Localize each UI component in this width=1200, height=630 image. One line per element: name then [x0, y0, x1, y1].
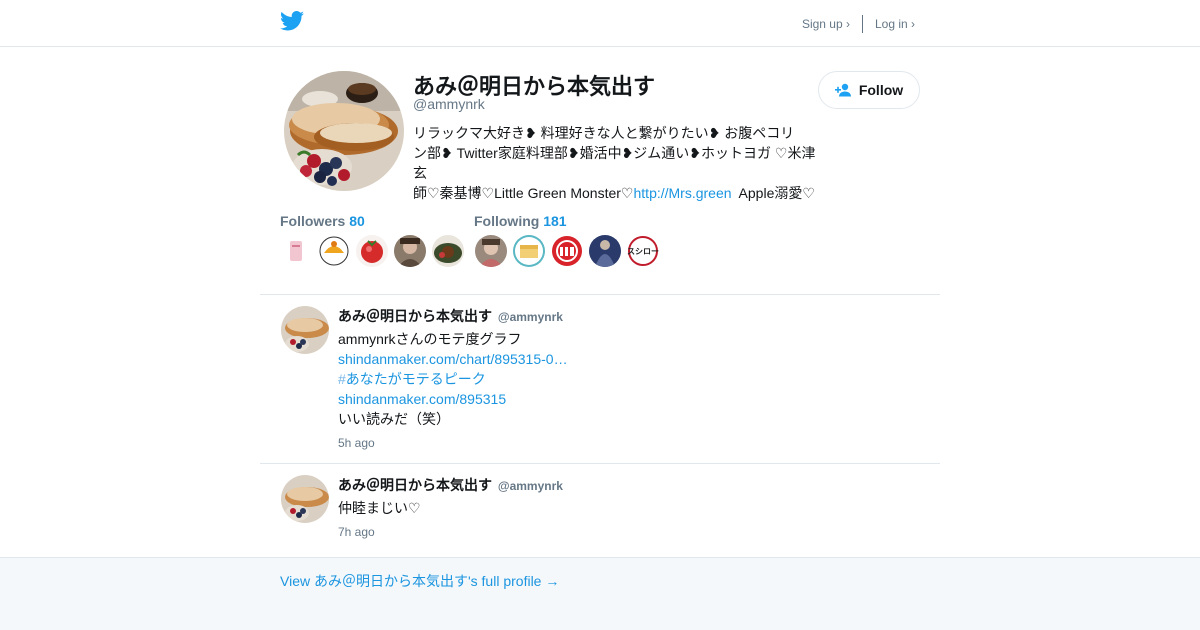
tweet-header: あみ＠明日から本気出す @ammynrk: [338, 306, 563, 326]
nav-divider: [861, 15, 863, 33]
pancake-photo: [284, 71, 404, 191]
bio-line: ン部❥ Twitter家庭料理部❥婚活中❥ジム通い❥ホットヨガ ♡米津玄: [413, 145, 816, 181]
tweet-text: ammynrkさんのモテ度グラフ shindanmaker.com/chart/…: [338, 329, 568, 429]
tweet-avatar[interactable]: [281, 475, 329, 523]
tweet-text-line: 仲睦まじい♡: [338, 500, 421, 516]
bio-line: Apple溺愛♡: [731, 185, 815, 201]
tweet-header: あみ＠明日から本気出す @ammynrk: [338, 475, 563, 495]
twitter-bird-icon[interactable]: [280, 11, 304, 31]
followers-count[interactable]: Followers 80: [280, 213, 365, 229]
add-user-icon: [834, 83, 851, 97]
tweet-link[interactable]: shindanmaker.com/895315: [338, 389, 568, 409]
following-avatar[interactable]: [513, 235, 545, 267]
bio-link[interactable]: http://Mrs.green: [634, 185, 732, 201]
following-avatar[interactable]: [551, 235, 583, 267]
tweet-author-handle[interactable]: @ammynrk: [498, 310, 563, 324]
tweet-timestamp[interactable]: 5h ago: [338, 436, 375, 450]
svg-text:スシロー: スシロー: [627, 247, 659, 256]
tweet-text: 仲睦まじい♡: [338, 498, 421, 518]
bio-line: リラックマ大好き❥ 料理好きな人と繋がりたい❥ お腹ペコリ: [413, 125, 795, 141]
followers-avatars: [280, 235, 470, 267]
top-nav: Sign up › Log in ›: [802, 15, 915, 33]
tweet-hashtag[interactable]: #あなたがモテるピーク: [338, 369, 568, 389]
following-number: 181: [543, 213, 567, 229]
tweet-author-handle[interactable]: @ammynrk: [498, 479, 563, 493]
followers-number: 80: [349, 213, 365, 229]
tweet-avatar[interactable]: [281, 306, 329, 354]
top-bar: Sign up › Log in ›: [0, 0, 1200, 47]
following-label: Following: [474, 213, 540, 229]
bio-line: 師♡秦基博♡Little Green Monster♡: [413, 185, 634, 201]
following-avatar[interactable]: [589, 235, 621, 267]
tweet-author-name[interactable]: あみ＠明日から本気出す: [338, 308, 492, 324]
follower-avatar[interactable]: [280, 235, 312, 267]
hash-symbol: #: [338, 371, 346, 387]
follow-button[interactable]: Follow: [818, 71, 920, 109]
following-avatar[interactable]: スシロー: [627, 235, 659, 267]
follower-avatar[interactable]: [394, 235, 426, 267]
full-profile-link[interactable]: View あみ＠明日から本気出す's full profile →: [280, 571, 559, 591]
section-divider: [260, 294, 940, 295]
following-avatars: スシロー: [475, 235, 665, 267]
follower-avatar[interactable]: [318, 235, 350, 267]
following-avatar[interactable]: [475, 235, 507, 267]
section-divider: [260, 463, 940, 464]
follower-avatar[interactable]: [432, 235, 464, 267]
tweet-link[interactable]: shindanmaker.com/chart/895315-0…: [338, 349, 568, 369]
profile-avatar[interactable]: [284, 71, 404, 191]
log-in-link[interactable]: Log in ›: [875, 17, 915, 31]
tweet-author-name[interactable]: あみ＠明日から本気出す: [338, 477, 492, 493]
profile-handle: @ammynrk: [413, 96, 485, 112]
footer: View あみ＠明日から本気出す's full profile →: [0, 557, 1200, 630]
tweet-timestamp[interactable]: 7h ago: [338, 525, 375, 539]
follow-label: Follow: [858, 82, 904, 98]
following-count[interactable]: Following 181: [474, 213, 567, 229]
hashtag-text: あなたがモテるピーク: [345, 371, 486, 387]
tweet-text-line: ammynrkさんのモテ度グラフ: [338, 331, 522, 347]
tweet-text-line: いい読みだ（笑）: [338, 411, 450, 427]
followers-label: Followers: [280, 213, 346, 229]
profile-bio: リラックマ大好き❥ 料理好きな人と繋がりたい❥ お腹ペコリ ン部❥ Twitte…: [413, 123, 828, 203]
follower-avatar[interactable]: [356, 235, 388, 267]
sign-up-link[interactable]: Sign up ›: [802, 17, 850, 31]
